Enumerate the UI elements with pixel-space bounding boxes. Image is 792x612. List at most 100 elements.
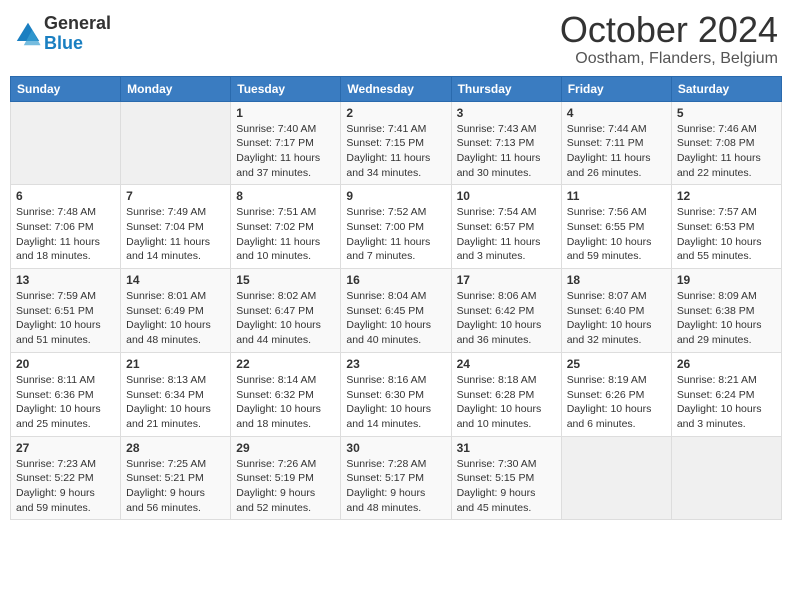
day-number: 27 bbox=[16, 441, 115, 455]
day-number: 25 bbox=[567, 357, 666, 371]
header-thursday: Thursday bbox=[451, 76, 561, 101]
day-cell: 19 Sunrise: 8:09 AMSunset: 6:38 PMDayligh… bbox=[671, 269, 781, 353]
day-info: Sunrise: 8:19 AMSunset: 6:26 PMDaylight:… bbox=[567, 373, 666, 432]
day-number: 6 bbox=[16, 189, 115, 203]
page-header: General Blue October 2024 Oostham, Fland… bbox=[10, 10, 782, 68]
day-cell: 23 Sunrise: 8:16 AMSunset: 6:30 PMDayligh… bbox=[341, 352, 451, 436]
day-info: Sunrise: 7:40 AMSunset: 7:17 PMDaylight:… bbox=[236, 122, 335, 181]
day-cell: 30 Sunrise: 7:28 AMSunset: 5:17 PMDayligh… bbox=[341, 436, 451, 520]
day-cell: 28Sunrise: 7:25 AMSunset: 5:21 PMDayligh… bbox=[121, 436, 231, 520]
day-cell: 8 Sunrise: 7:51 AMSunset: 7:02 PMDaylight… bbox=[231, 185, 341, 269]
day-info: Sunrise: 8:01 AMSunset: 6:49 PMDaylight:… bbox=[126, 289, 225, 348]
title-area: October 2024 Oostham, Flanders, Belgium bbox=[560, 10, 778, 68]
day-number: 19 bbox=[677, 273, 776, 287]
day-cell: 7 Sunrise: 7:49 AMSunset: 7:04 PMDaylight… bbox=[121, 185, 231, 269]
day-number: 30 bbox=[346, 441, 445, 455]
day-info: Sunrise: 7:43 AMSunset: 7:13 PMDaylight:… bbox=[457, 122, 556, 181]
day-info: Sunrise: 7:51 AMSunset: 7:02 PMDaylight:… bbox=[236, 205, 335, 264]
day-cell: 10 Sunrise: 7:54 AMSunset: 6:57 PMDayligh… bbox=[451, 185, 561, 269]
day-number: 1 bbox=[236, 106, 335, 120]
day-info: Sunrise: 7:49 AMSunset: 7:04 PMDaylight:… bbox=[126, 205, 225, 264]
day-cell: 12Sunrise: 7:57 AMSunset: 6:53 PMDayligh… bbox=[671, 185, 781, 269]
day-info: Sunrise: 7:54 AMSunset: 6:57 PMDaylight:… bbox=[457, 205, 556, 264]
day-cell: 14 Sunrise: 8:01 AMSunset: 6:49 PMDayligh… bbox=[121, 269, 231, 353]
day-info: Sunrise: 7:57 AMSunset: 6:53 PMDaylight:… bbox=[677, 205, 776, 264]
day-number: 15 bbox=[236, 273, 335, 287]
day-number: 10 bbox=[457, 189, 556, 203]
day-info: Sunrise: 7:56 AMSunset: 6:55 PMDaylight:… bbox=[567, 205, 666, 264]
week-row-3: 13 Sunrise: 7:59 AMSunset: 6:51 PMDayligh… bbox=[11, 269, 782, 353]
day-number: 23 bbox=[346, 357, 445, 371]
day-cell bbox=[561, 436, 671, 520]
day-info: Sunrise: 7:44 AMSunset: 7:11 PMDaylight:… bbox=[567, 122, 666, 181]
day-number: 7 bbox=[126, 189, 225, 203]
day-info: Sunrise: 8:04 AMSunset: 6:45 PMDaylight:… bbox=[346, 289, 445, 348]
day-cell: 1 Sunrise: 7:40 AMSunset: 7:17 PMDaylight… bbox=[231, 101, 341, 185]
day-cell: 17Sunrise: 8:06 AMSunset: 6:42 PMDayligh… bbox=[451, 269, 561, 353]
day-cell: 29Sunrise: 7:26 AMSunset: 5:19 PMDayligh… bbox=[231, 436, 341, 520]
day-info: Sunrise: 8:21 AMSunset: 6:24 PMDaylight:… bbox=[677, 373, 776, 432]
day-cell: 9 Sunrise: 7:52 AMSunset: 7:00 PMDaylight… bbox=[341, 185, 451, 269]
week-row-5: 27 Sunrise: 7:23 AMSunset: 5:22 PMDayligh… bbox=[11, 436, 782, 520]
day-number: 14 bbox=[126, 273, 225, 287]
day-info: Sunrise: 7:30 AMSunset: 5:15 PMDaylight:… bbox=[457, 457, 556, 516]
logo-icon bbox=[14, 20, 42, 48]
header-tuesday: Tuesday bbox=[231, 76, 341, 101]
day-number: 22 bbox=[236, 357, 335, 371]
day-number: 21 bbox=[126, 357, 225, 371]
day-cell bbox=[121, 101, 231, 185]
day-cell: 24Sunrise: 8:18 AMSunset: 6:28 PMDayligh… bbox=[451, 352, 561, 436]
day-cell: 3 Sunrise: 7:43 AMSunset: 7:13 PMDaylight… bbox=[451, 101, 561, 185]
day-info: Sunrise: 8:14 AMSunset: 6:32 PMDaylight:… bbox=[236, 373, 335, 432]
day-cell: 16 Sunrise: 8:04 AMSunset: 6:45 PMDayligh… bbox=[341, 269, 451, 353]
day-info: Sunrise: 7:26 AMSunset: 5:19 PMDaylight:… bbox=[236, 457, 335, 516]
day-info: Sunrise: 7:28 AMSunset: 5:17 PMDaylight:… bbox=[346, 457, 445, 516]
day-number: 5 bbox=[677, 106, 776, 120]
day-cell: 26 Sunrise: 8:21 AMSunset: 6:24 PMDayligh… bbox=[671, 352, 781, 436]
day-info: Sunrise: 8:07 AMSunset: 6:40 PMDaylight:… bbox=[567, 289, 666, 348]
day-info: Sunrise: 8:11 AMSunset: 6:36 PMDaylight:… bbox=[16, 373, 115, 432]
month-title: October 2024 bbox=[560, 10, 778, 50]
day-cell: 22 Sunrise: 8:14 AMSunset: 6:32 PMDayligh… bbox=[231, 352, 341, 436]
day-info: Sunrise: 7:52 AMSunset: 7:00 PMDaylight:… bbox=[346, 205, 445, 264]
day-number: 13 bbox=[16, 273, 115, 287]
location: Oostham, Flanders, Belgium bbox=[560, 50, 778, 68]
day-info: Sunrise: 7:59 AMSunset: 6:51 PMDaylight:… bbox=[16, 289, 115, 348]
day-info: Sunrise: 7:23 AMSunset: 5:22 PMDaylight:… bbox=[16, 457, 115, 516]
day-number: 16 bbox=[346, 273, 445, 287]
day-info: Sunrise: 8:16 AMSunset: 6:30 PMDaylight:… bbox=[346, 373, 445, 432]
day-number: 18 bbox=[567, 273, 666, 287]
day-cell: 25 Sunrise: 8:19 AMSunset: 6:26 PMDayligh… bbox=[561, 352, 671, 436]
week-row-1: 1 Sunrise: 7:40 AMSunset: 7:17 PMDaylight… bbox=[11, 101, 782, 185]
day-info: Sunrise: 8:13 AMSunset: 6:34 PMDaylight:… bbox=[126, 373, 225, 432]
logo-text: General Blue bbox=[44, 14, 111, 54]
day-number: 24 bbox=[457, 357, 556, 371]
day-cell: 18 Sunrise: 8:07 AMSunset: 6:40 PMDayligh… bbox=[561, 269, 671, 353]
day-number: 31 bbox=[457, 441, 556, 455]
day-cell: 13 Sunrise: 7:59 AMSunset: 6:51 PMDayligh… bbox=[11, 269, 121, 353]
day-info: Sunrise: 7:46 AMSunset: 7:08 PMDaylight:… bbox=[677, 122, 776, 181]
day-number: 4 bbox=[567, 106, 666, 120]
day-info: Sunrise: 7:41 AMSunset: 7:15 PMDaylight:… bbox=[346, 122, 445, 181]
week-row-4: 20 Sunrise: 8:11 AMSunset: 6:36 PMDayligh… bbox=[11, 352, 782, 436]
day-cell: 6Sunrise: 7:48 AMSunset: 7:06 PMDaylight… bbox=[11, 185, 121, 269]
day-cell: 21 Sunrise: 8:13 AMSunset: 6:34 PMDayligh… bbox=[121, 352, 231, 436]
header-monday: Monday bbox=[121, 76, 231, 101]
day-number: 26 bbox=[677, 357, 776, 371]
day-cell: 27 Sunrise: 7:23 AMSunset: 5:22 PMDayligh… bbox=[11, 436, 121, 520]
day-cell bbox=[11, 101, 121, 185]
day-number: 17 bbox=[457, 273, 556, 287]
day-number: 20 bbox=[16, 357, 115, 371]
day-info: Sunrise: 8:02 AMSunset: 6:47 PMDaylight:… bbox=[236, 289, 335, 348]
day-info: Sunrise: 8:09 AMSunset: 6:38 PMDaylight:… bbox=[677, 289, 776, 348]
calendar-table: SundayMondayTuesdayWednesdayThursdayFrid… bbox=[10, 76, 782, 521]
logo: General Blue bbox=[14, 14, 111, 54]
day-info: Sunrise: 7:25 AMSunset: 5:21 PMDaylight:… bbox=[126, 457, 225, 516]
day-number: 8 bbox=[236, 189, 335, 203]
day-cell: 20 Sunrise: 8:11 AMSunset: 6:36 PMDayligh… bbox=[11, 352, 121, 436]
day-cell bbox=[671, 436, 781, 520]
day-number: 3 bbox=[457, 106, 556, 120]
day-number: 9 bbox=[346, 189, 445, 203]
day-number: 2 bbox=[346, 106, 445, 120]
day-cell: 2 Sunrise: 7:41 AMSunset: 7:15 PMDaylight… bbox=[341, 101, 451, 185]
